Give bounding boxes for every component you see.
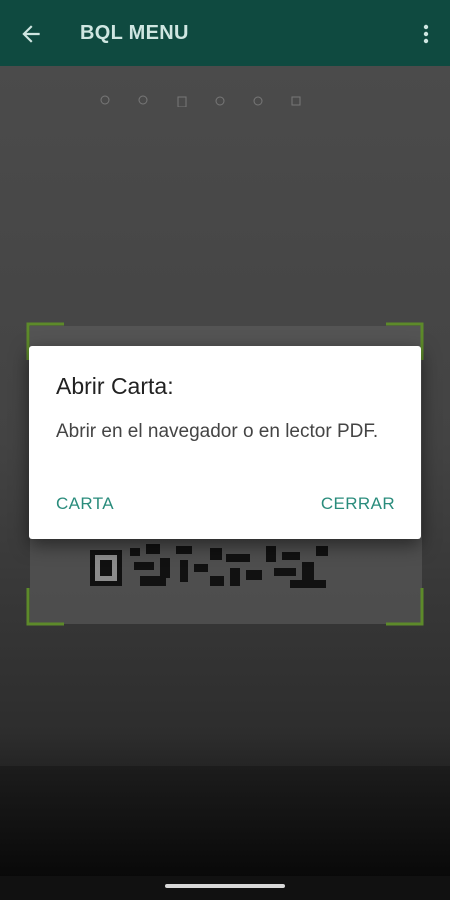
more-options-icon[interactable] (416, 20, 436, 48)
crop-icon (290, 94, 302, 106)
cerrar-button[interactable]: CERRAR (321, 494, 395, 514)
scan-frame-corner-bottom-left (26, 588, 64, 626)
dialog-message: Abrir en el navegador o en lector PDF. (56, 421, 379, 442)
app-bar: BQL MENU (0, 0, 450, 66)
gesture-handle[interactable] (165, 884, 285, 888)
rotate-icon (252, 94, 264, 106)
qr-code-image (90, 544, 328, 588)
system-nav-bar (0, 876, 450, 900)
zoom-out-icon (138, 94, 150, 106)
app-title: BQL MENU (80, 22, 189, 44)
carta-button[interactable]: CARTA (56, 494, 114, 514)
heart-icon (214, 94, 226, 106)
zoom-in-icon (100, 94, 112, 106)
background-toolbar (100, 94, 302, 108)
scan-frame-corner-bottom-right (386, 588, 424, 626)
delete-icon (176, 94, 188, 108)
open-menu-dialog: Abrir Carta: Abrir en el navegador o en … (29, 346, 421, 539)
back-arrow-icon[interactable] (18, 21, 44, 47)
dialog-title: Abrir Carta: (56, 373, 174, 399)
